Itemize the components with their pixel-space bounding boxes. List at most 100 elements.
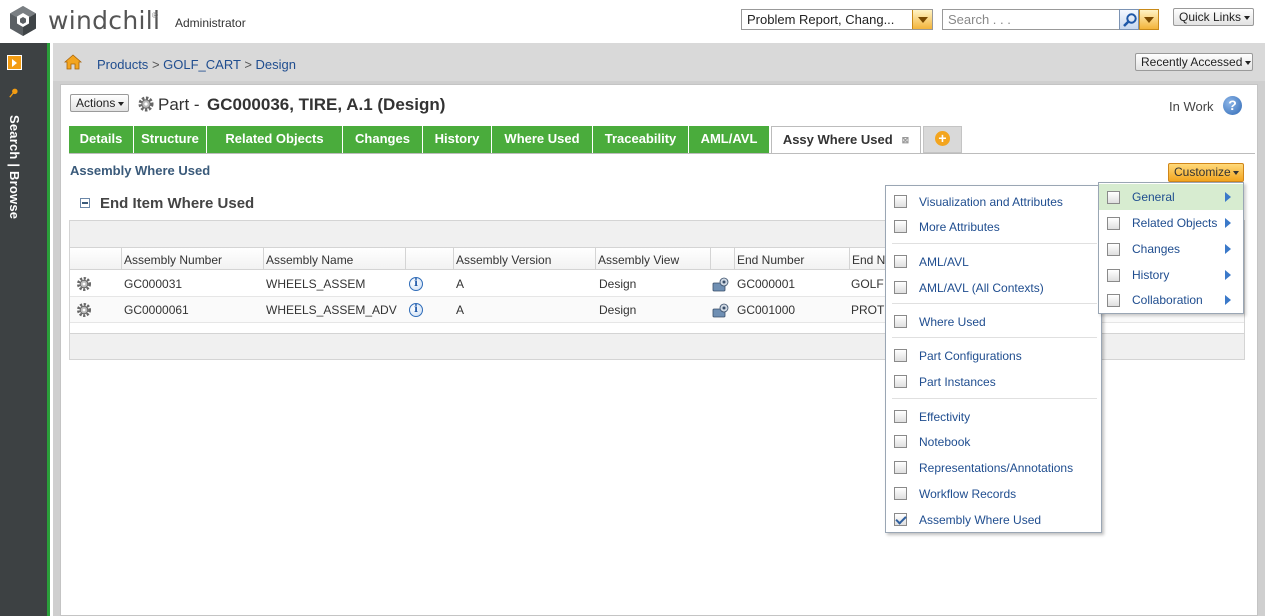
breadcrumb-item-golf-cart[interactable]: GOLF_CART: [163, 57, 241, 72]
chevron-right-icon: [1225, 244, 1231, 254]
row-actions-gear-icon[interactable]: [76, 276, 92, 292]
quick-links-button[interactable]: Quick Links: [1173, 8, 1254, 26]
submenu-item-general[interactable]: General: [1099, 184, 1243, 210]
actions-button[interactable]: Actions: [70, 94, 129, 112]
checkbox[interactable]: [894, 255, 907, 268]
menu-item-assembly-where-used[interactable]: Assembly Where Used: [886, 506, 1101, 532]
info-icon[interactable]: i: [409, 303, 423, 317]
menu-separator: [892, 303, 1097, 304]
menu-item-notebook[interactable]: Notebook: [886, 428, 1101, 454]
checkbox[interactable]: [894, 349, 907, 362]
pin-icon[interactable]: [9, 88, 19, 98]
context-select[interactable]: Problem Report, Chang...: [741, 9, 933, 30]
checkbox[interactable]: [894, 410, 907, 423]
checkbox[interactable]: [1107, 269, 1120, 282]
checkbox-checked[interactable]: [894, 513, 907, 526]
column-header-info: [405, 248, 453, 270]
tab-traceability[interactable]: Traceability: [593, 126, 689, 153]
end-item-icon[interactable]: [712, 303, 730, 319]
tab-details[interactable]: Details: [69, 126, 134, 153]
checkbox[interactable]: [894, 375, 907, 388]
checkbox[interactable]: [894, 281, 907, 294]
checkbox[interactable]: [1107, 243, 1120, 256]
menu-item-representations-annotations[interactable]: Representations/Annotations: [886, 454, 1101, 480]
chevron-down-icon[interactable]: [912, 10, 932, 29]
search-options-dropdown[interactable]: [1139, 9, 1159, 30]
caret-down-icon: [1244, 15, 1251, 20]
recently-accessed-button[interactable]: Recently Accessed: [1135, 53, 1253, 71]
search-input[interactable]: Search . . .: [942, 9, 1120, 30]
cell-end-number[interactable]: GC000001: [737, 277, 795, 291]
home-icon[interactable]: [64, 53, 82, 71]
cell-assembly-view: Design: [599, 277, 637, 291]
breadcrumb-item-design[interactable]: Design: [256, 57, 296, 72]
checkbox[interactable]: [1107, 191, 1120, 204]
user-role: Administrator: [175, 16, 246, 30]
column-header-assembly-view[interactable]: Assembly View: [595, 248, 710, 270]
checkbox[interactable]: [894, 195, 907, 208]
lifecycle-state: In Work: [1169, 99, 1214, 114]
menu-item-where-used[interactable]: Where Used: [886, 308, 1101, 334]
checkbox[interactable]: [1107, 294, 1120, 307]
menu-item-visualization-and-attributes[interactable]: Visualization and Attributes: [886, 188, 1101, 214]
checkbox[interactable]: [894, 461, 907, 474]
checkbox[interactable]: [894, 315, 907, 328]
help-icon[interactable]: ?: [1223, 96, 1242, 115]
search-button[interactable]: [1119, 9, 1139, 30]
checkbox[interactable]: [1107, 217, 1120, 230]
menu-item-effectivity[interactable]: Effectivity: [886, 403, 1101, 429]
submenu-item-related-objects[interactable]: Related Objects: [1099, 210, 1243, 236]
menu-item-label: Part Configurations: [919, 349, 1022, 363]
add-tab-button[interactable]: [923, 126, 962, 153]
tab-related-objects[interactable]: Related Objects: [207, 126, 343, 153]
submenu-item-changes[interactable]: Changes: [1099, 236, 1243, 262]
checkbox[interactable]: [894, 435, 907, 448]
cell-assembly-number[interactable]: GC0000061: [124, 303, 189, 317]
cell-end-number[interactable]: GC001000: [737, 303, 795, 317]
submenu-item-label: General: [1132, 190, 1175, 204]
page-title: GC000036, TIRE, A.1 (Design): [207, 95, 446, 114]
search-browse-toggle[interactable]: Search | Browse: [6, 115, 24, 245]
customize-button[interactable]: Customize: [1168, 163, 1244, 182]
row-actions-gear-icon[interactable]: [76, 302, 92, 318]
customize-menu: Visualization and Attributes More Attrib…: [885, 185, 1102, 533]
breadcrumb-item-products[interactable]: Products: [97, 57, 148, 72]
collapse-icon[interactable]: [80, 198, 90, 208]
expand-navigator-icon[interactable]: [7, 55, 22, 70]
column-header-end-number[interactable]: End Number: [734, 248, 849, 270]
tab-assy-where-used[interactable]: Assy Where Used ⊠: [771, 126, 921, 154]
chevron-right-icon: [1225, 295, 1231, 305]
cell-assembly-number[interactable]: GC000031: [124, 277, 182, 291]
checkbox[interactable]: [894, 487, 907, 500]
tab-changes[interactable]: Changes: [343, 126, 423, 153]
tab-aml-avl[interactable]: AML/AVL: [689, 126, 770, 153]
tab-assy-where-used-label: Assy Where Used: [782, 132, 893, 147]
windchill-logo[interactable]: windchill ®: [6, 5, 160, 37]
menu-item-more-attributes[interactable]: More Attributes: [886, 213, 1101, 239]
column-header-assembly-version[interactable]: Assembly Version: [453, 248, 595, 270]
tab-structure[interactable]: Structure: [134, 126, 207, 153]
menu-separator: [892, 337, 1097, 338]
submenu-item-collaboration[interactable]: Collaboration: [1099, 287, 1243, 313]
menu-item-part-instances[interactable]: Part Instances: [886, 368, 1101, 394]
cell-end-name: GOLF: [851, 277, 884, 291]
tab-history[interactable]: History: [423, 126, 492, 153]
info-icon[interactable]: i: [409, 277, 423, 291]
column-header-assembly-number[interactable]: Assembly Number: [121, 248, 263, 270]
menu-separator: [892, 398, 1097, 399]
end-item-icon[interactable]: [712, 277, 730, 293]
checkbox[interactable]: [894, 220, 907, 233]
menu-item-aml-avl[interactable]: AML/AVL: [886, 248, 1101, 274]
actions-label: Actions: [76, 96, 116, 110]
tab-where-used[interactable]: Where Used: [492, 126, 593, 153]
menu-item-workflow-records[interactable]: Workflow Records: [886, 480, 1101, 506]
quick-links-label: Quick Links: [1179, 10, 1242, 24]
customize-submenu: General Related Objects Changes History …: [1098, 182, 1244, 314]
submenu-item-history[interactable]: History: [1099, 262, 1243, 288]
menu-item-aml-avl-all-contexts[interactable]: AML/AVL (All Contexts): [886, 274, 1101, 300]
column-header-assembly-name[interactable]: Assembly Name: [263, 248, 405, 270]
close-tab-icon[interactable]: ⊠: [902, 128, 910, 153]
column-header-end-name[interactable]: End Na: [849, 248, 889, 270]
menu-item-part-configurations[interactable]: Part Configurations: [886, 342, 1101, 368]
caret-down-icon: [1232, 170, 1239, 175]
